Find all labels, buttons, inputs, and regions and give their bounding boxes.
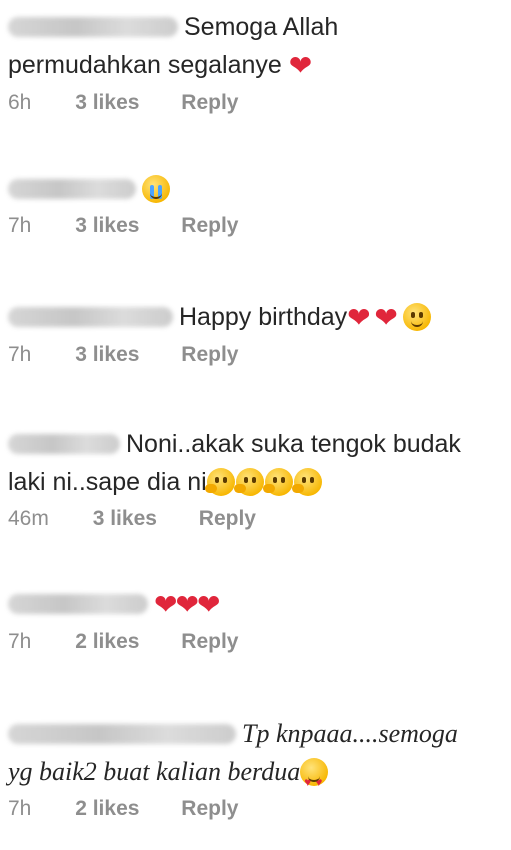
comment-text: Semoga Allah [184, 13, 339, 41]
heart-eyes-face-icon: ♥ ♥ [300, 758, 329, 789]
reply-button[interactable]: Reply [181, 343, 238, 367]
likes-count[interactable]: 3 likes [75, 343, 139, 367]
comment-item: Noni..akak suka tengok budak laki ni..sa… [8, 425, 503, 531]
comment-text: laki ni..sape dia ni [8, 468, 207, 496]
username-blurred[interactable] [8, 17, 178, 37]
comment-item: Happy birthday❤ ❤ 7h 3 likes Reply [8, 298, 503, 367]
reply-button[interactable]: Reply [181, 797, 238, 821]
username-blurred[interactable] [8, 724, 236, 744]
username-blurred[interactable] [8, 307, 173, 327]
comment-item: ❤❤❤ 7h 2 likes Reply [8, 585, 503, 654]
username-blurred[interactable] [8, 434, 120, 454]
loudly-crying-face-icon [142, 175, 170, 203]
likes-count[interactable]: 3 likes [93, 507, 157, 531]
reply-button[interactable]: Reply [181, 630, 238, 654]
username-blurred[interactable] [8, 594, 148, 614]
red-heart-icon: ❤ [368, 302, 398, 333]
red-heart-icon: ❤ [288, 50, 313, 81]
comment-meta: 7h 2 likes Reply [8, 797, 503, 821]
comment-item: Tp knpaaa....semoga yg baik2 buat kalian… [8, 715, 503, 821]
comment-meta: 7h 3 likes Reply [8, 343, 503, 367]
reply-button[interactable]: Reply [199, 507, 256, 531]
thinking-face-icon [262, 468, 293, 496]
thinking-face-icon [233, 468, 264, 496]
comment-time: 7h [8, 343, 32, 366]
comment-text: permudahkan segalanye [8, 51, 282, 79]
reply-button[interactable]: Reply [181, 214, 238, 238]
thinking-face-icon [291, 468, 322, 496]
thinking-face-icon [204, 468, 235, 496]
smiling-face-icon [402, 303, 431, 331]
red-heart-icon: ❤ [347, 302, 371, 333]
reply-button[interactable]: Reply [181, 91, 238, 115]
comment-meta: 46m 3 likes Reply [8, 507, 503, 531]
comment-time: 7h [8, 630, 32, 653]
username-blurred[interactable] [8, 179, 136, 199]
comment-text: yg baik2 buat kalian berdua [8, 757, 301, 786]
comment-time: 7h [8, 797, 32, 820]
comment-meta: 7h 3 likes Reply [8, 214, 503, 238]
comment-text: Happy birthday [179, 303, 348, 331]
comment-item: Semoga Allah permudahkan segalanye ❤ 6h … [8, 8, 503, 115]
comment-time: 46m [8, 507, 49, 530]
comment-meta: 7h 2 likes Reply [8, 630, 503, 654]
comment-time: 7h [8, 214, 32, 237]
red-heart-icon: ❤ [196, 589, 221, 620]
red-heart-icon: ❤ [154, 589, 178, 620]
likes-count[interactable]: 3 likes [75, 214, 139, 238]
likes-count[interactable]: 3 likes [75, 91, 139, 115]
comment-time: 6h [8, 91, 32, 114]
likes-count[interactable]: 2 likes [75, 797, 139, 821]
red-heart-icon: ❤ [175, 589, 199, 620]
comment-item: 7h 3 likes Reply [8, 170, 503, 238]
comment-text: Noni..akak suka tengok budak [126, 430, 461, 458]
comment-text: Tp knpaaa....semoga [242, 719, 458, 748]
comment-meta: 6h 3 likes Reply [8, 91, 503, 115]
likes-count[interactable]: 2 likes [75, 630, 139, 654]
